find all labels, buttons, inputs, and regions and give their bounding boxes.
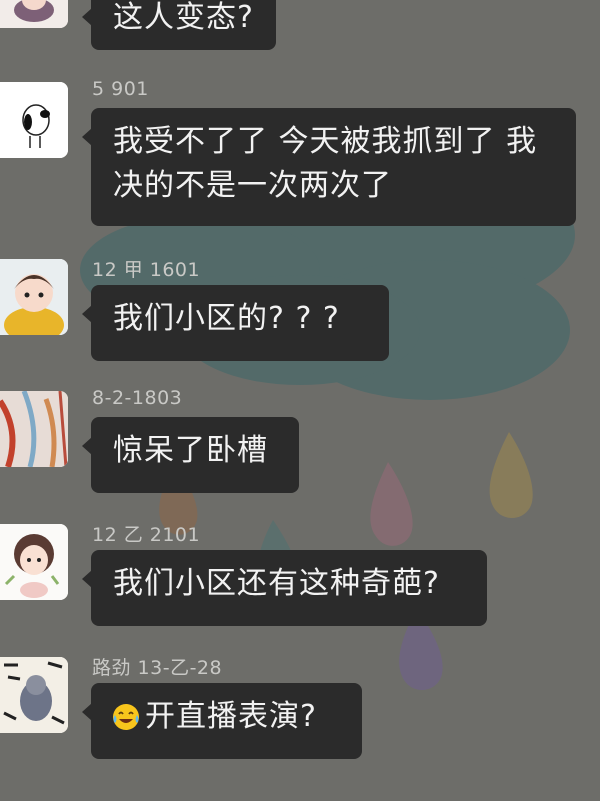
message-text: 开直播表演? <box>145 699 317 734</box>
cartoon-girl-avatar-icon[interactable] <box>0 524 68 600</box>
calligraphy-avatar-icon[interactable] <box>0 657 68 733</box>
sender-name: 5 901 <box>92 78 149 100</box>
snoopy-avatar-icon[interactable] <box>0 82 68 158</box>
message-bubble[interactable]: 我们小区的? ? ? <box>82 285 389 361</box>
message-text: 我们小区的? ? ? <box>113 301 340 336</box>
message-bubble[interactable]: 开直播表演? <box>82 683 362 759</box>
message-text-line: 我受不了了 今天被我抓到了 我 <box>113 124 538 159</box>
sender-name: 路劲 13-乙-28 <box>92 657 223 679</box>
sender-name: 12 乙 2101 <box>92 524 201 546</box>
message-text: 惊呆了卧槽 <box>113 433 268 468</box>
sender-name: 12 甲 1601 <box>92 259 201 281</box>
message-bubble[interactable]: 我们小区还有这种奇葩? <box>82 550 487 626</box>
sender-name: 8-2-1803 <box>92 387 183 409</box>
message-text-line: 决的不是一次两次了 <box>113 168 392 203</box>
child-avatar-icon[interactable] <box>0 259 68 335</box>
crying-laughing-emoji-icon <box>111 701 141 745</box>
message-bubble[interactable]: 这人变态? <box>82 0 276 50</box>
photo-avatar-icon[interactable] <box>0 391 68 467</box>
message-bubble[interactable]: 我受不了了 今天被我抓到了 我 决的不是一次两次了 <box>82 108 576 226</box>
message-text: 我们小区还有这种奇葩? <box>113 566 440 601</box>
message-text: 这人变态? <box>113 0 254 35</box>
message-bubble[interactable]: 惊呆了卧槽 <box>82 417 299 493</box>
anime-avatar-icon[interactable] <box>0 0 68 28</box>
